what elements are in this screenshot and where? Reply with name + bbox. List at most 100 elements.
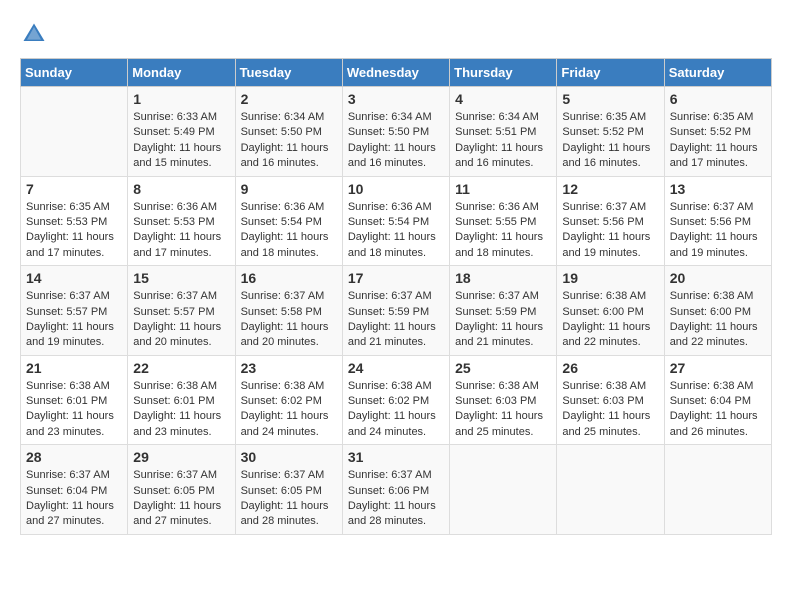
header-thursday: Thursday <box>450 59 557 87</box>
day-number: 23 <box>241 360 337 376</box>
calendar-cell: 25 Sunrise: 6:38 AMSunset: 6:03 PMDayligh… <box>450 355 557 445</box>
day-number: 17 <box>348 270 444 286</box>
day-number: 25 <box>455 360 551 376</box>
calendar-cell: 10 Sunrise: 6:36 AMSunset: 5:54 PMDayligh… <box>342 176 449 266</box>
calendar-cell: 7 Sunrise: 6:35 AMSunset: 5:53 PMDaylight… <box>21 176 128 266</box>
day-info: Sunrise: 6:35 AMSunset: 5:52 PMDaylight:… <box>562 110 658 172</box>
day-info: Sunrise: 6:38 AMSunset: 6:00 PMDaylight:… <box>670 289 766 351</box>
day-number: 1 <box>133 91 229 107</box>
day-info: Sunrise: 6:37 AMSunset: 6:04 PMDaylight:… <box>26 468 122 530</box>
day-number: 12 <box>562 181 658 197</box>
day-info: Sunrise: 6:37 AMSunset: 6:06 PMDaylight:… <box>348 468 444 530</box>
day-number: 22 <box>133 360 229 376</box>
day-info: Sunrise: 6:38 AMSunset: 6:01 PMDaylight:… <box>26 379 122 441</box>
day-number: 29 <box>133 449 229 465</box>
calendar-cell: 3 Sunrise: 6:34 AMSunset: 5:50 PMDaylight… <box>342 87 449 177</box>
calendar-header-row: SundayMondayTuesdayWednesdayThursdayFrid… <box>21 59 772 87</box>
day-info: Sunrise: 6:36 AMSunset: 5:54 PMDaylight:… <box>241 200 337 262</box>
header-wednesday: Wednesday <box>342 59 449 87</box>
day-number: 6 <box>670 91 766 107</box>
day-info: Sunrise: 6:38 AMSunset: 6:01 PMDaylight:… <box>133 379 229 441</box>
calendar-cell <box>664 445 771 535</box>
calendar-cell: 18 Sunrise: 6:37 AMSunset: 5:59 PMDayligh… <box>450 266 557 356</box>
calendar-cell <box>557 445 664 535</box>
day-info: Sunrise: 6:38 AMSunset: 6:04 PMDaylight:… <box>670 379 766 441</box>
calendar-cell: 20 Sunrise: 6:38 AMSunset: 6:00 PMDayligh… <box>664 266 771 356</box>
calendar-cell: 9 Sunrise: 6:36 AMSunset: 5:54 PMDaylight… <box>235 176 342 266</box>
day-info: Sunrise: 6:37 AMSunset: 6:05 PMDaylight:… <box>241 468 337 530</box>
header-monday: Monday <box>128 59 235 87</box>
day-number: 26 <box>562 360 658 376</box>
day-number: 19 <box>562 270 658 286</box>
day-info: Sunrise: 6:38 AMSunset: 6:03 PMDaylight:… <box>562 379 658 441</box>
calendar-cell: 1 Sunrise: 6:33 AMSunset: 5:49 PMDaylight… <box>128 87 235 177</box>
day-info: Sunrise: 6:36 AMSunset: 5:54 PMDaylight:… <box>348 200 444 262</box>
calendar-cell: 14Sunrise: 6:37 AMSunset: 5:57 PMDayligh… <box>21 266 128 356</box>
calendar-cell: 16 Sunrise: 6:37 AMSunset: 5:58 PMDayligh… <box>235 266 342 356</box>
calendar-cell: 23 Sunrise: 6:38 AMSunset: 6:02 PMDayligh… <box>235 355 342 445</box>
calendar-cell: 21Sunrise: 6:38 AMSunset: 6:01 PMDayligh… <box>21 355 128 445</box>
day-info: Sunrise: 6:38 AMSunset: 6:03 PMDaylight:… <box>455 379 551 441</box>
day-info: Sunrise: 6:38 AMSunset: 6:02 PMDaylight:… <box>241 379 337 441</box>
day-number: 3 <box>348 91 444 107</box>
calendar-cell: 5 Sunrise: 6:35 AMSunset: 5:52 PMDaylight… <box>557 87 664 177</box>
calendar-cell: 11 Sunrise: 6:36 AMSunset: 5:55 PMDayligh… <box>450 176 557 266</box>
day-number: 16 <box>241 270 337 286</box>
header-saturday: Saturday <box>664 59 771 87</box>
day-info: Sunrise: 6:34 AMSunset: 5:51 PMDaylight:… <box>455 110 551 172</box>
calendar-cell: 12 Sunrise: 6:37 AMSunset: 5:56 PMDayligh… <box>557 176 664 266</box>
header-friday: Friday <box>557 59 664 87</box>
day-number: 31 <box>348 449 444 465</box>
day-info: Sunrise: 6:38 AMSunset: 6:02 PMDaylight:… <box>348 379 444 441</box>
calendar-week-1: 1 Sunrise: 6:33 AMSunset: 5:49 PMDaylight… <box>21 87 772 177</box>
day-info: Sunrise: 6:37 AMSunset: 5:56 PMDaylight:… <box>670 200 766 262</box>
calendar-cell: 31 Sunrise: 6:37 AMSunset: 6:06 PMDayligh… <box>342 445 449 535</box>
day-info: Sunrise: 6:35 AMSunset: 5:52 PMDaylight:… <box>670 110 766 172</box>
day-info: Sunrise: 6:37 AMSunset: 5:58 PMDaylight:… <box>241 289 337 351</box>
calendar-cell: 27 Sunrise: 6:38 AMSunset: 6:04 PMDayligh… <box>664 355 771 445</box>
day-info: Sunrise: 6:37 AMSunset: 5:56 PMDaylight:… <box>562 200 658 262</box>
calendar-cell: 29 Sunrise: 6:37 AMSunset: 6:05 PMDayligh… <box>128 445 235 535</box>
calendar-cell <box>21 87 128 177</box>
day-number: 27 <box>670 360 766 376</box>
day-info: Sunrise: 6:37 AMSunset: 6:05 PMDaylight:… <box>133 468 229 530</box>
calendar-cell <box>450 445 557 535</box>
day-info: Sunrise: 6:38 AMSunset: 6:00 PMDaylight:… <box>562 289 658 351</box>
calendar-cell: 13 Sunrise: 6:37 AMSunset: 5:56 PMDayligh… <box>664 176 771 266</box>
day-number: 4 <box>455 91 551 107</box>
calendar-cell: 19 Sunrise: 6:38 AMSunset: 6:00 PMDayligh… <box>557 266 664 356</box>
calendar-cell: 22 Sunrise: 6:38 AMSunset: 6:01 PMDayligh… <box>128 355 235 445</box>
day-info: Sunrise: 6:35 AMSunset: 5:53 PMDaylight:… <box>26 200 122 262</box>
day-number: 15 <box>133 270 229 286</box>
logo <box>20 20 52 48</box>
day-number: 8 <box>133 181 229 197</box>
calendar-cell: 26 Sunrise: 6:38 AMSunset: 6:03 PMDayligh… <box>557 355 664 445</box>
day-info: Sunrise: 6:37 AMSunset: 5:59 PMDaylight:… <box>455 289 551 351</box>
calendar-week-4: 21Sunrise: 6:38 AMSunset: 6:01 PMDayligh… <box>21 355 772 445</box>
day-number: 5 <box>562 91 658 107</box>
day-info: Sunrise: 6:36 AMSunset: 5:53 PMDaylight:… <box>133 200 229 262</box>
day-number: 7 <box>26 181 122 197</box>
day-number: 11 <box>455 181 551 197</box>
day-info: Sunrise: 6:37 AMSunset: 5:59 PMDaylight:… <box>348 289 444 351</box>
logo-icon <box>20 20 48 48</box>
day-number: 2 <box>241 91 337 107</box>
calendar-cell: 8 Sunrise: 6:36 AMSunset: 5:53 PMDaylight… <box>128 176 235 266</box>
day-number: 13 <box>670 181 766 197</box>
day-number: 9 <box>241 181 337 197</box>
calendar-cell: 4 Sunrise: 6:34 AMSunset: 5:51 PMDaylight… <box>450 87 557 177</box>
calendar-week-3: 14Sunrise: 6:37 AMSunset: 5:57 PMDayligh… <box>21 266 772 356</box>
page-header <box>20 20 772 48</box>
day-number: 24 <box>348 360 444 376</box>
header-sunday: Sunday <box>21 59 128 87</box>
calendar-cell: 2Sunrise: 6:34 AMSunset: 5:50 PMDaylight… <box>235 87 342 177</box>
day-info: Sunrise: 6:36 AMSunset: 5:55 PMDaylight:… <box>455 200 551 262</box>
day-info: Sunrise: 6:34 AMSunset: 5:50 PMDaylight:… <box>348 110 444 172</box>
day-info: Sunrise: 6:33 AMSunset: 5:49 PMDaylight:… <box>133 110 229 172</box>
calendar-cell: 6 Sunrise: 6:35 AMSunset: 5:52 PMDaylight… <box>664 87 771 177</box>
calendar-cell: 24 Sunrise: 6:38 AMSunset: 6:02 PMDayligh… <box>342 355 449 445</box>
day-number: 30 <box>241 449 337 465</box>
day-number: 18 <box>455 270 551 286</box>
day-number: 10 <box>348 181 444 197</box>
day-number: 20 <box>670 270 766 286</box>
